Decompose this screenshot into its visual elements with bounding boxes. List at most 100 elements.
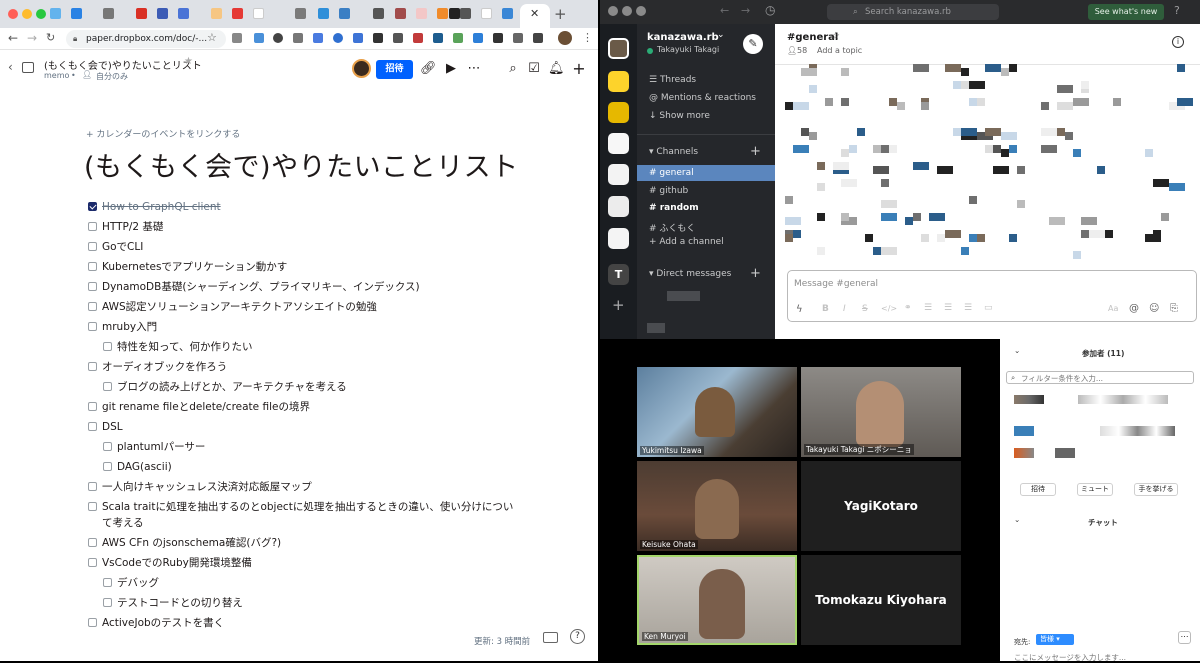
show-more-item[interactable]: ↓ Show more — [649, 111, 710, 121]
profile-avatar[interactable] — [558, 31, 572, 45]
todo-checkbox[interactable] — [88, 222, 97, 231]
todo-text[interactable]: DynamoDB基礎(シャーディング、プライマリキー、インデックス) — [102, 280, 420, 294]
emoji-icon[interactable]: ☺ — [1149, 303, 1159, 314]
mention-icon[interactable]: @ — [1129, 303, 1139, 314]
tab-favicon[interactable] — [339, 8, 350, 19]
tab-favicon[interactable] — [103, 8, 114, 19]
todo-checkbox[interactable] — [88, 282, 97, 291]
participant-redacted[interactable] — [1014, 395, 1044, 404]
url-input[interactable]: 🔒︎ paper.dropbox.com/doc/-... — [66, 30, 226, 48]
workspace-icon[interactable] — [608, 71, 629, 92]
link-icon[interactable]: 🔗︎ — [420, 61, 437, 77]
page-title[interactable]: (もくもく会で)やりたいことリスト — [84, 145, 519, 184]
todo-text[interactable]: AWS CFn のjsonschema確認(バグ?) — [102, 536, 281, 550]
tab-favicon[interactable] — [460, 8, 471, 19]
members-icon[interactable]: 👤︎ — [787, 46, 797, 55]
todo-checkbox[interactable] — [88, 482, 97, 491]
extension-icon[interactable] — [433, 33, 443, 43]
participant-redacted[interactable] — [1100, 426, 1175, 436]
participant-redacted[interactable] — [1014, 426, 1034, 436]
bullet-list-icon[interactable]: ☰ — [944, 303, 952, 313]
extension-icon[interactable] — [254, 33, 264, 43]
todo-checkbox[interactable] — [103, 382, 112, 391]
todo-text[interactable]: ActiveJobのテストを書く — [102, 616, 224, 630]
link-calendar-event[interactable]: + カレンダーのイベントをリンクする — [86, 127, 240, 140]
reload-icon[interactable]: ↻ — [46, 31, 55, 44]
todo-checkbox[interactable] — [88, 538, 97, 547]
current-user-name[interactable]: Takayuki Takagi — [657, 45, 719, 54]
workspace-icon-kanazawa[interactable] — [608, 38, 629, 59]
history-icon[interactable]: ◷ — [765, 3, 775, 17]
chat-more-icon[interactable]: ⋯ — [1178, 631, 1191, 644]
chat-recipient-select[interactable]: 皆様 ▾ — [1036, 634, 1074, 645]
todo-checkbox[interactable] — [88, 302, 97, 311]
video-tile[interactable]: Tomokazu Kiyohara — [801, 555, 961, 645]
raise-hand-button[interactable]: 手を挙げる — [1134, 483, 1178, 496]
invite-button[interactable]: 招待 — [376, 60, 413, 79]
todo-checkbox[interactable] — [88, 202, 97, 211]
todo-text[interactable]: DAG(ascii) — [117, 460, 172, 474]
help-icon[interactable]: ? — [1174, 4, 1180, 17]
extension-icon[interactable] — [293, 33, 303, 43]
dm-header[interactable]: ▾ Direct messages — [649, 269, 731, 279]
todo-text[interactable]: GoでCLI — [102, 240, 143, 254]
todo-checkbox[interactable] — [88, 422, 97, 431]
todo-checkbox[interactable] — [88, 502, 97, 511]
chat-input[interactable]: ここにメッセージを入力します... — [1014, 652, 1126, 663]
quote-icon[interactable]: ☰ — [964, 303, 972, 313]
code-block-icon[interactable]: ▭ — [984, 303, 993, 313]
participant-redacted[interactable] — [1014, 448, 1034, 458]
todo-checkbox[interactable] — [88, 242, 97, 251]
extension-icon[interactable] — [513, 33, 523, 43]
video-tile[interactable]: YagiKotaro — [801, 461, 961, 551]
menu-kebab-icon[interactable]: ⋮ — [582, 31, 593, 44]
message-composer[interactable]: Message #general ϟ B I S </> ⚭ ☰ ☰ ☰ ▭ A… — [787, 270, 1197, 322]
dm-item-redacted[interactable] — [667, 291, 700, 301]
todo-checkbox[interactable] — [103, 342, 112, 351]
todo-checkbox[interactable] — [88, 558, 97, 567]
collapse-chevron-icon[interactable]: ⌄ — [1014, 515, 1020, 524]
todo-text[interactable]: DSL — [102, 420, 123, 434]
todo-text[interactable]: HTTP/2 基礎 — [102, 220, 163, 234]
extension-icon[interactable] — [353, 33, 363, 43]
shortcuts-icon[interactable]: ϟ — [796, 304, 803, 315]
maximize-window-button[interactable] — [36, 9, 46, 19]
video-tile[interactable]: Yukimitsu Izawa — [637, 367, 797, 457]
active-tab[interactable]: ✕ — [520, 4, 550, 28]
tab-favicon[interactable] — [232, 8, 243, 19]
tab-favicon[interactable] — [50, 8, 61, 19]
info-icon[interactable]: i — [1172, 36, 1184, 48]
compose-icon[interactable]: ✎ — [743, 34, 763, 54]
close-tab-icon[interactable]: ✕ — [530, 7, 539, 20]
maximize-window-button[interactable] — [636, 6, 646, 16]
tab-favicon[interactable] — [502, 8, 513, 19]
tab-favicon[interactable] — [136, 8, 147, 19]
sidebar-toggle-icon[interactable] — [22, 62, 34, 73]
link-icon[interactable]: ⚭ — [904, 303, 912, 313]
tab-favicon[interactable] — [178, 8, 189, 19]
todo-text[interactable]: How to GraphQL client — [102, 200, 221, 214]
todo-text[interactable]: AWS認定ソリューションアーキテクトアソシエイトの勉強 — [102, 300, 377, 314]
todo-checkbox[interactable] — [103, 442, 112, 451]
add-channel-item[interactable]: + Add a channel — [649, 237, 724, 247]
back-icon[interactable]: ← — [720, 4, 729, 17]
forward-icon[interactable]: → — [27, 31, 37, 45]
extension-icon[interactable] — [473, 33, 483, 43]
extension-icon[interactable] — [313, 33, 323, 43]
more-icon[interactable]: ⋯ — [466, 61, 482, 77]
workspace-icon[interactable] — [608, 196, 629, 217]
extension-icon[interactable] — [273, 33, 283, 43]
todo-text[interactable]: git rename fileとdelete/create fileの境界 — [102, 400, 310, 414]
chevron-down-icon[interactable]: ⌄ — [717, 30, 725, 40]
todo-text[interactable]: Kubernetesでアプリケーション動かす — [102, 260, 287, 274]
workspace-icon-t[interactable]: T — [608, 264, 629, 285]
help-button[interactable]: ? — [570, 629, 585, 644]
todo-checkbox[interactable] — [88, 362, 97, 371]
video-tile[interactable]: Takayuki Takagi ニポシーニョ — [801, 367, 961, 457]
checklist-icon[interactable]: ☑ — [526, 61, 542, 77]
tab-favicon[interactable] — [449, 8, 460, 19]
add-dm-icon[interactable]: + — [750, 266, 761, 281]
add-workspace-icon[interactable]: + — [612, 296, 625, 314]
todo-text[interactable]: 特性を知って、何か作りたい — [117, 340, 252, 354]
channel-item-2[interactable]: # github — [649, 186, 688, 196]
